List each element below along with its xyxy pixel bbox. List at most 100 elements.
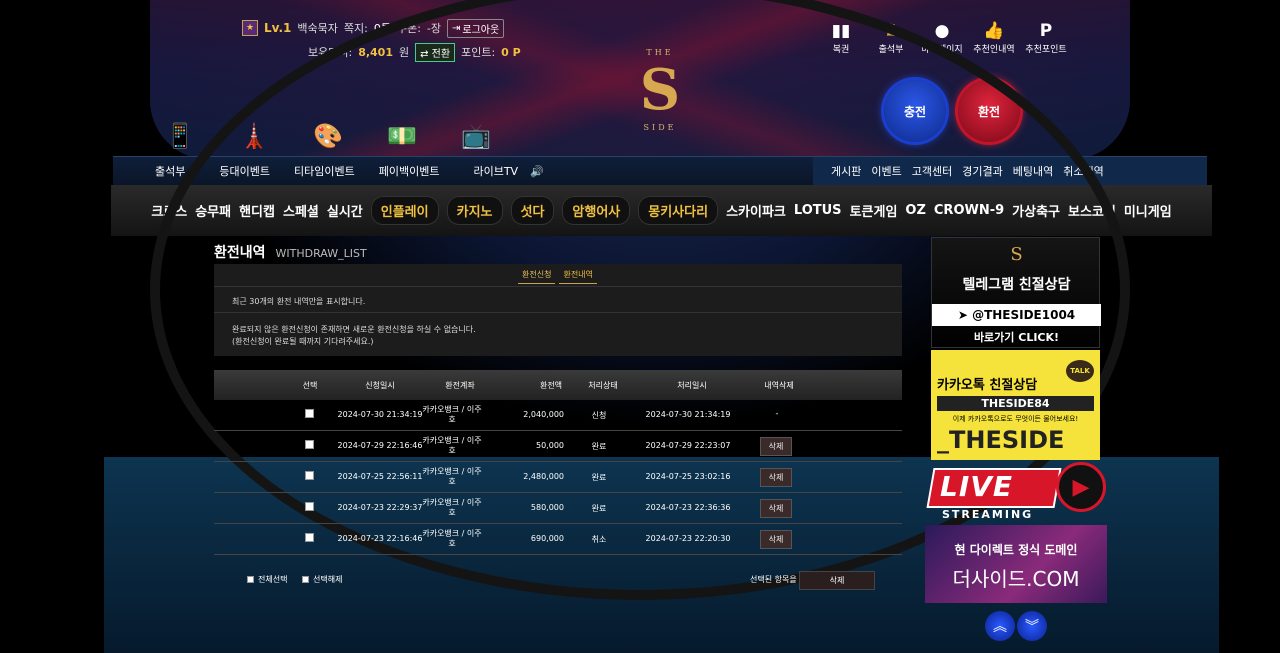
kakao-brand: _THESIDE [937,426,1065,454]
scroll-down-icon[interactable]: ︾ [1017,611,1047,641]
row-delete-button[interactable]: 삭제 [760,499,792,518]
delete-selected-button[interactable]: 삭제 [799,571,875,590]
game-menu-item[interactable]: 인플레이 [370,196,439,225]
game-menu-item[interactable]: OZ [905,203,925,218]
topnav-label: 복권 [832,45,850,55]
game-menu-item[interactable]: 토큰게임 [850,201,898,220]
tv-icon[interactable]: 📺 [439,118,513,154]
row-amount: 2,040,000 [523,410,564,419]
game-menu-item[interactable]: 가상축구 [1012,201,1060,220]
teatime-icon[interactable]: 🎨 [291,118,365,154]
topnav-mypage[interactable]: ● 마이페이지 [918,20,966,55]
deselect-toggle[interactable]: 선택해제 [302,574,342,585]
menu-live-tv[interactable]: 라이브TV [451,163,530,179]
row-delete-button[interactable]: 삭제 [760,468,792,487]
game-menu-item[interactable]: 스페셜 [283,201,319,220]
game-menu-item[interactable]: 보스코어 [1068,201,1116,220]
phone-icon[interactable]: 📱 [143,118,217,154]
game-menu-item[interactable]: 몽키사다리 [638,196,719,225]
logout-button[interactable]: ⇥ 로그아웃 [447,18,505,38]
scroll-arrows: ︽ ︾ [985,611,1047,641]
game-menu-item[interactable]: 스카이파크 [726,201,786,220]
game-menu-item[interactable]: 미니게임 [1124,201,1172,220]
ad-logo-mark: S [1010,244,1023,265]
menu-results[interactable]: 경기결과 [957,163,1007,179]
game-menu-item[interactable]: 암행어사 [562,196,631,225]
notice-text: 완료되지 않은 환전신청이 존재하면 새로운 환전신청을 하실 수 없습니다. [232,325,476,334]
tab-withdraw-request[interactable]: 환전신청 [518,266,556,284]
scroll-up-icon[interactable]: ︽ [985,611,1015,641]
menu-support[interactable]: 고객센터 [907,163,957,179]
topnav-label: 마이페이지 [921,45,963,55]
user-name: 백숙묵자 [297,22,338,35]
deposit-button[interactable]: 충전 [884,80,946,142]
row-delete-button[interactable]: 삭제 [760,530,792,549]
header-select: 선택 [302,381,318,390]
kakao-title: 카카오톡 친절상담 [937,378,1038,393]
row-delete-none: - [775,409,779,418]
game-menu-item[interactable]: 카지노 [446,196,503,225]
live-streaming-banner[interactable]: LIVE ▶ STREAMING [926,462,1106,522]
logo-bottom-text: SIDE [643,123,677,132]
header-delete: 내역삭제 [764,381,794,390]
menu-lighthouse-event[interactable]: 등대이벤트 [197,163,282,179]
menu-attendance[interactable]: 출석부 [113,163,197,179]
topnav-lottery[interactable]: ▮▮ 복권 [818,20,864,55]
header-status: 처리상태 [588,381,618,390]
telegram-title: 텔레그램 친절상담 [962,277,1071,293]
checkbox[interactable] [247,576,254,583]
game-menu-item[interactable]: 실시간 [327,201,363,220]
menu-board[interactable]: 게시판 [821,163,866,179]
tab-withdraw-history[interactable]: 환전내역 [559,266,597,284]
row-account: 카카오뱅크 / 이주호 [422,498,482,517]
logout-label: 로그아웃 [462,24,500,36]
menu-cancel-history[interactable]: 취소내역 [1058,163,1108,179]
menu-teatime-event[interactable]: 티타임이벤트 [282,163,367,179]
row-date: 2024-07-29 22:16:46 [337,441,423,450]
user-icon: ● [934,21,950,41]
game-menu-item[interactable]: CROWN-9 [934,203,1004,218]
points-icon: P [1039,21,1053,41]
topnav-referral[interactable]: 👍 추천인내역 [970,20,1018,55]
lottery-icon: ▮▮ [831,21,851,41]
selected-label: 선택된 항목을 [750,575,797,584]
checkbox[interactable] [302,576,309,583]
select-all-label: 전체선택 [258,575,288,584]
game-menu-item[interactable]: 승무패 [195,201,231,220]
menu-bet-history[interactable]: 베팅내역 [1008,163,1058,179]
payback-icon[interactable]: 💵 [365,118,439,154]
topnav-attendance[interactable]: ♛ 출석부 [868,20,914,55]
header-date: 신청일시 [365,381,395,390]
game-menu-item[interactable]: LOTUS [794,203,842,218]
coupon-value[interactable]: -장 [427,20,441,36]
telegram-ad[interactable]: S 텔레그램 친절상담 ➤ @THESIDE1004 바로가기 CLICK! [931,237,1101,348]
lighthouse-icon[interactable]: 🗼 [217,118,291,154]
row-delete-button[interactable]: 삭제 [760,437,792,456]
select-all-toggle[interactable]: 전체선택 [247,574,287,585]
speaker-icon[interactable]: 🔊 [530,165,556,178]
feature-icons: 📱 🗼 🎨 💵 📺 [143,118,513,154]
game-menu-item[interactable]: 섯다 [510,196,555,225]
telegram-id: @THESIDE1004 [972,308,1076,322]
site-logo[interactable]: THE S SIDE [630,48,690,150]
topnav-referral-points[interactable]: P 추천포인트 [1022,20,1070,55]
convert-button[interactable]: ⇄ 전환 [415,42,456,62]
menu-payback-event[interactable]: 페이백이벤트 [367,163,452,179]
menu-event[interactable]: 이벤트 [866,163,906,179]
game-menu: 크로스 승무패 핸디캡 스페셜 실시간 인플레이 카지노 섯다 암행어사 몽키사다리 스카이파크 LO… [111,185,1212,236]
point-label: 포인트: [461,46,496,59]
kakao-ad[interactable]: TALK 카카오톡 친절상담 THESIDE84 이제 카카오톡으로도 무엇이든… [931,350,1100,460]
game-menu-item[interactable]: 핸디캡 [239,201,275,220]
domain-text: 더사이드.COM [952,567,1080,591]
note-count[interactable]: 0통 [374,20,391,36]
secondary-menu: 출석부 등대이벤트 티타임이벤트 페이백이벤트 라이브TV 🔊 게시판 이벤트 … [113,156,1207,186]
domain-ad[interactable]: 현 다이렉트 정식 도메인 더사이드.COM [925,525,1107,603]
level-icon: ★ [242,20,258,36]
row-account: 카카오뱅크 / 이주호 [422,467,482,486]
withdraw-button[interactable]: 환전 [958,80,1020,142]
row-account: 카카오뱅크 / 이주호 [422,405,482,424]
streaming-text: STREAMING [942,508,1034,521]
game-menu-item[interactable]: 크로스 [151,201,187,220]
divider [214,312,902,313]
logo-top-text: THE [646,48,674,57]
